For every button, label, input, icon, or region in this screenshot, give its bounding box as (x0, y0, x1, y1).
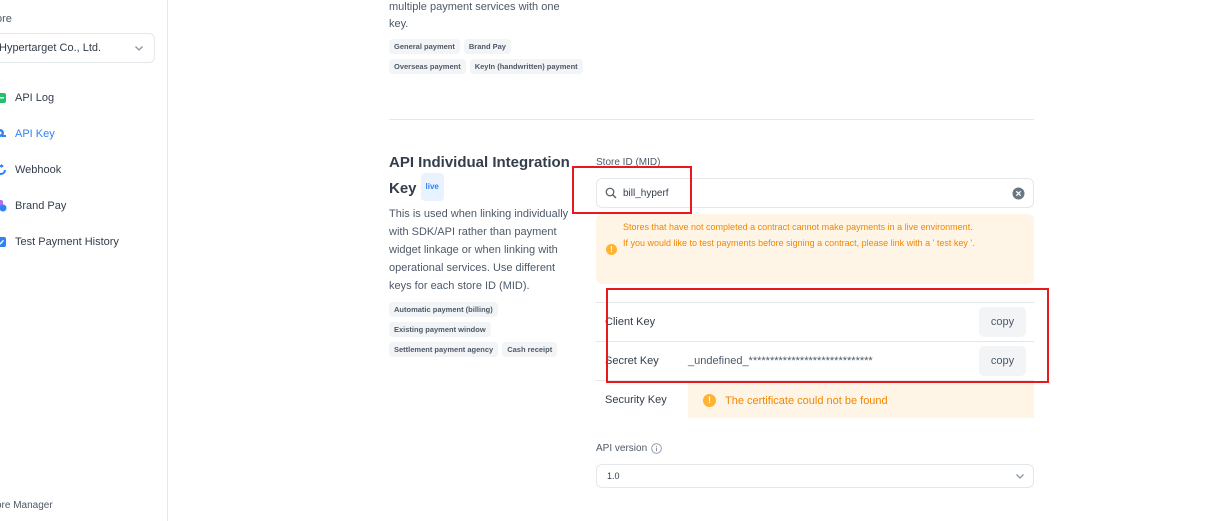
section-divider (389, 119, 1034, 120)
warning-icon: ! (703, 394, 716, 407)
brand-pay-icon (0, 199, 8, 213)
sidebar-item-test-payment-history[interactable]: Test Payment History (0, 224, 168, 260)
chevron-down-icon (135, 46, 143, 51)
chip-row: General payment Brand Pay (389, 39, 511, 54)
store-select[interactable]: Hypertarget Co., Ltd. (0, 33, 155, 63)
service-chip: Brand Pay (463, 39, 511, 54)
annotation-box-mid (572, 166, 692, 214)
store-manager-link[interactable]: ore Manager (0, 500, 53, 511)
sidebar: ore Hypertarget Co., Ltd. API Log API Ke… (0, 0, 168, 521)
service-chip: Existing payment window (389, 322, 491, 337)
annotation-box-keys (606, 288, 1049, 383)
certificate-message: The certificate could not be found (725, 394, 888, 407)
sidebar-item-api-log[interactable]: API Log (0, 80, 168, 116)
live-badge: live (420, 173, 444, 201)
chevron-down-icon (1016, 474, 1024, 479)
certificate-warning: ! The certificate could not be found (688, 383, 1034, 418)
service-chip: KeyIn (handwritten) payment (469, 59, 583, 74)
section-title: API Individual Integration Key live (389, 151, 574, 203)
service-chip: Automatic payment (billing) (389, 302, 498, 317)
warning-line: Stores that have not completed a contrac… (623, 222, 973, 232)
page: ore Hypertarget Co., Ltd. API Log API Ke… (0, 0, 1229, 521)
security-key-row: Security Key ! The certificate could not… (596, 380, 1034, 419)
info-icon[interactable] (651, 443, 662, 454)
api-version-label-text: API version (596, 443, 648, 454)
service-chip: Settlement payment agency (389, 342, 499, 357)
security-key-label: Security Key (605, 394, 667, 406)
api-version-select[interactable]: 1.0 (596, 464, 1034, 488)
service-chip: General payment (389, 39, 460, 54)
warning-icon: ! (606, 244, 617, 255)
warning-line: If you would like to test payments befor… (623, 238, 975, 248)
api-log-icon (0, 91, 8, 105)
chip-row: Existing payment window (389, 322, 491, 337)
service-chip: Cash receipt (502, 342, 558, 357)
webhook-icon (0, 163, 8, 177)
store-select-value: Hypertarget Co., Ltd. (0, 42, 102, 54)
sidebar-item-label: Test Payment History (15, 236, 119, 248)
sidebar-nav: API Log API Key Webhook Brand Pay Test P… (0, 80, 168, 260)
key-icon (0, 127, 8, 141)
warning-text: Stores that have not completed a contrac… (623, 219, 1023, 251)
desc-line: multiple payment services with one (389, 1, 560, 13)
contract-warning: ! Stores that have not completed a contr… (596, 214, 1034, 284)
chip-row: Overseas payment KeyIn (handwritten) pay… (389, 59, 583, 74)
section-description: This is used when linking individually w… (389, 208, 569, 292)
store-label: ore (0, 13, 12, 25)
sidebar-item-label: Webhook (15, 164, 62, 176)
sidebar-item-api-key[interactable]: API Key (0, 116, 168, 152)
integration-description: multiple payment services with one key. (389, 0, 589, 33)
sidebar-item-webhook[interactable]: Webhook (0, 152, 168, 188)
sidebar-item-brand-pay[interactable]: Brand Pay (0, 188, 168, 224)
api-version-value: 1.0 (607, 471, 620, 481)
test-payment-icon (0, 235, 8, 249)
chip-row: Automatic payment (billing) (389, 302, 498, 317)
sidebar-item-label: API Log (15, 92, 55, 104)
service-chip: Overseas payment (389, 59, 466, 74)
section-title-text: API Individual Integration Key (389, 154, 570, 197)
sidebar-item-label: API Key (15, 128, 55, 140)
api-version-label: API version (596, 443, 662, 454)
clear-icon[interactable] (1012, 187, 1025, 200)
chip-row: Settlement payment agency Cash receipt (389, 342, 558, 357)
sidebar-item-label: Brand Pay (15, 200, 67, 212)
desc-line: key. (389, 18, 409, 30)
